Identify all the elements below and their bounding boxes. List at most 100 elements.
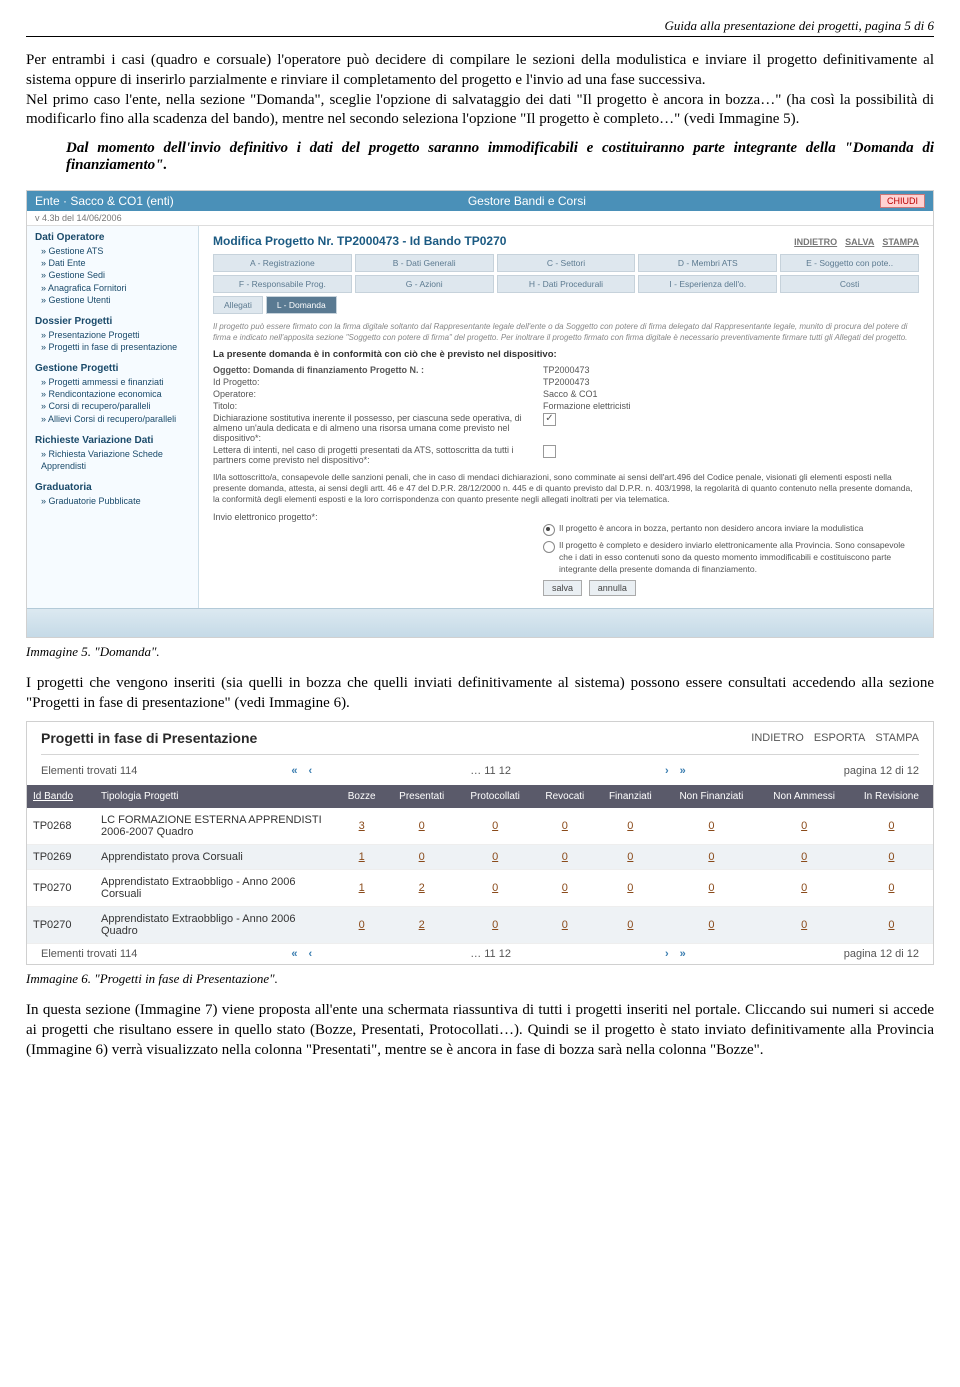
pager-prev-icon[interactable]: « ‹ xyxy=(291,948,316,960)
sidebar-item[interactable]: Progetti ammessi e finanziati xyxy=(35,376,190,388)
sidebar-item[interactable]: Rendicontazione economica xyxy=(35,388,190,400)
count-link[interactable]: 1 xyxy=(359,882,365,894)
column-header[interactable]: Id Bando xyxy=(27,785,95,808)
action-link[interactable]: INDIETRO xyxy=(794,237,837,247)
column-header[interactable]: Bozze xyxy=(337,785,386,808)
count-link[interactable]: 3 xyxy=(359,820,365,832)
tab[interactable]: E - Soggetto con pote.. xyxy=(780,254,919,272)
sidebar-item[interactable]: Anagrafica Fornitori xyxy=(35,282,190,294)
count-link[interactable]: 0 xyxy=(627,851,633,863)
table-row: TP0269Apprendistato prova Corsuali100000… xyxy=(27,845,933,870)
count-link[interactable]: 0 xyxy=(801,820,807,832)
count-link[interactable]: 0 xyxy=(801,882,807,894)
cell-count: 0 xyxy=(758,870,849,907)
column-header[interactable]: Tipologia Progetti xyxy=(95,785,337,808)
sidebar-section-title: Dati Operatore xyxy=(35,232,190,243)
sidebar-section-title: Gestione Progetti xyxy=(35,363,190,374)
count-link[interactable]: 0 xyxy=(627,919,633,931)
count-link[interactable]: 0 xyxy=(888,882,894,894)
tab[interactable]: A - Registrazione xyxy=(213,254,352,272)
paragraph-3: I progetti che vengono inseriti (sia que… xyxy=(26,674,934,714)
main-title: Modifica Progetto Nr. TP2000473 - Id Ban… xyxy=(213,234,506,248)
tab[interactable]: H - Dati Procedurali xyxy=(497,275,636,293)
action-link[interactable]: STAMPA xyxy=(875,732,919,744)
tab[interactable]: G - Azioni xyxy=(355,275,494,293)
annulla-button[interactable]: annulla xyxy=(589,580,636,596)
sidebar-item[interactable]: Allievi Corsi di recupero/paralleli xyxy=(35,413,190,425)
cell-count: 0 xyxy=(457,870,533,907)
column-header[interactable]: Protocollati xyxy=(457,785,533,808)
count-link[interactable]: 0 xyxy=(492,820,498,832)
count-link[interactable]: 0 xyxy=(359,919,365,931)
count-link[interactable]: 0 xyxy=(419,851,425,863)
column-header[interactable]: Finanziati xyxy=(596,785,664,808)
checkbox[interactable]: ✓ xyxy=(543,413,556,426)
count-link[interactable]: 0 xyxy=(708,882,714,894)
column-header[interactable]: Non Ammessi xyxy=(758,785,849,808)
count-link[interactable]: 0 xyxy=(627,820,633,832)
close-button[interactable]: CHIUDI xyxy=(880,194,925,208)
action-link[interactable]: INDIETRO xyxy=(751,732,804,744)
checkbox[interactable] xyxy=(543,445,556,458)
action-link[interactable]: ESPORTA xyxy=(814,732,866,744)
count-link[interactable]: 0 xyxy=(888,851,894,863)
tab[interactable]: I - Esperienza dell'o. xyxy=(638,275,777,293)
tab[interactable]: Allegati xyxy=(213,296,263,314)
column-header[interactable]: In Revisione xyxy=(850,785,933,808)
count-link[interactable]: 0 xyxy=(708,851,714,863)
count-link[interactable]: 0 xyxy=(562,882,568,894)
column-header[interactable]: Non Finanziati xyxy=(664,785,758,808)
salva-button[interactable]: salva xyxy=(543,580,582,596)
sidebar-item[interactable]: Gestione Utenti xyxy=(35,294,190,306)
tab[interactable]: Costi xyxy=(780,275,919,293)
sidebar-item[interactable]: Dati Ente xyxy=(35,257,190,269)
tab[interactable]: C - Settori xyxy=(497,254,636,272)
count-link[interactable]: 0 xyxy=(888,820,894,832)
radio-completo[interactable] xyxy=(543,541,555,553)
pager-next-icon[interactable]: › » xyxy=(665,948,690,960)
cell-id: TP0270 xyxy=(27,870,95,907)
count-link[interactable]: 0 xyxy=(492,919,498,931)
pager-prev-icon[interactable]: « ‹ xyxy=(291,765,316,777)
count-link[interactable]: 0 xyxy=(708,820,714,832)
ss2-title: Progetti in fase di Presentazione xyxy=(41,730,257,746)
sidebar-item[interactable]: Progetti in fase di presentazione xyxy=(35,341,190,353)
column-header[interactable]: Presentati xyxy=(386,785,457,808)
tab[interactable]: B - Dati Generali xyxy=(355,254,494,272)
version-label: v 4.3b del 14/06/2006 xyxy=(27,211,933,226)
count-link[interactable]: 1 xyxy=(359,851,365,863)
tab[interactable]: F - Responsabile Prog. xyxy=(213,275,352,293)
table-row: TP0270Apprendistato Extraobbligo - Anno … xyxy=(27,870,933,907)
sidebar-item[interactable]: Gestione Sedi xyxy=(35,269,190,281)
pager-next-icon[interactable]: › » xyxy=(665,765,690,777)
column-header[interactable]: Revocati xyxy=(533,785,596,808)
count-link[interactable]: 0 xyxy=(627,882,633,894)
radio-bozza[interactable] xyxy=(543,524,555,536)
count-link[interactable]: 0 xyxy=(562,919,568,931)
sidebar-item[interactable]: Presentazione Progetti xyxy=(35,329,190,341)
count-link[interactable]: 0 xyxy=(801,919,807,931)
count-link[interactable]: 0 xyxy=(492,882,498,894)
sidebar-item[interactable]: Corsi di recupero/paralleli xyxy=(35,400,190,412)
cell-count: 0 xyxy=(596,907,664,944)
sidebar-item[interactable]: Graduatorie Pubblicate xyxy=(35,495,190,507)
invio-label: Invio elettronico progetto*: xyxy=(213,512,543,522)
sidebar-item[interactable]: Richiesta Variazione Schede Apprendisti xyxy=(35,448,190,472)
tab[interactable]: L - Domanda xyxy=(266,296,337,314)
count-link[interactable]: 0 xyxy=(562,851,568,863)
sidebar-item[interactable]: Gestione ATS xyxy=(35,245,190,257)
tab[interactable]: D - Membri ATS xyxy=(638,254,777,272)
tab-row-1: A - RegistrazioneB - Dati GeneraliC - Se… xyxy=(213,254,919,272)
count-link[interactable]: 0 xyxy=(562,820,568,832)
count-link[interactable]: 0 xyxy=(801,851,807,863)
count-link[interactable]: 0 xyxy=(492,851,498,863)
action-link[interactable]: STAMPA xyxy=(882,237,919,247)
count-link[interactable]: 2 xyxy=(419,919,425,931)
action-link[interactable]: SALVA xyxy=(845,237,874,247)
count-link[interactable]: 2 xyxy=(419,882,425,894)
count-link[interactable]: 0 xyxy=(888,919,894,931)
sidebar: Dati OperatoreGestione ATSDati EnteGesti… xyxy=(27,226,199,608)
count-link[interactable]: 0 xyxy=(419,820,425,832)
count-link[interactable]: 0 xyxy=(708,919,714,931)
check-label: Lettera di intenti, nel caso di progetti… xyxy=(213,445,543,465)
